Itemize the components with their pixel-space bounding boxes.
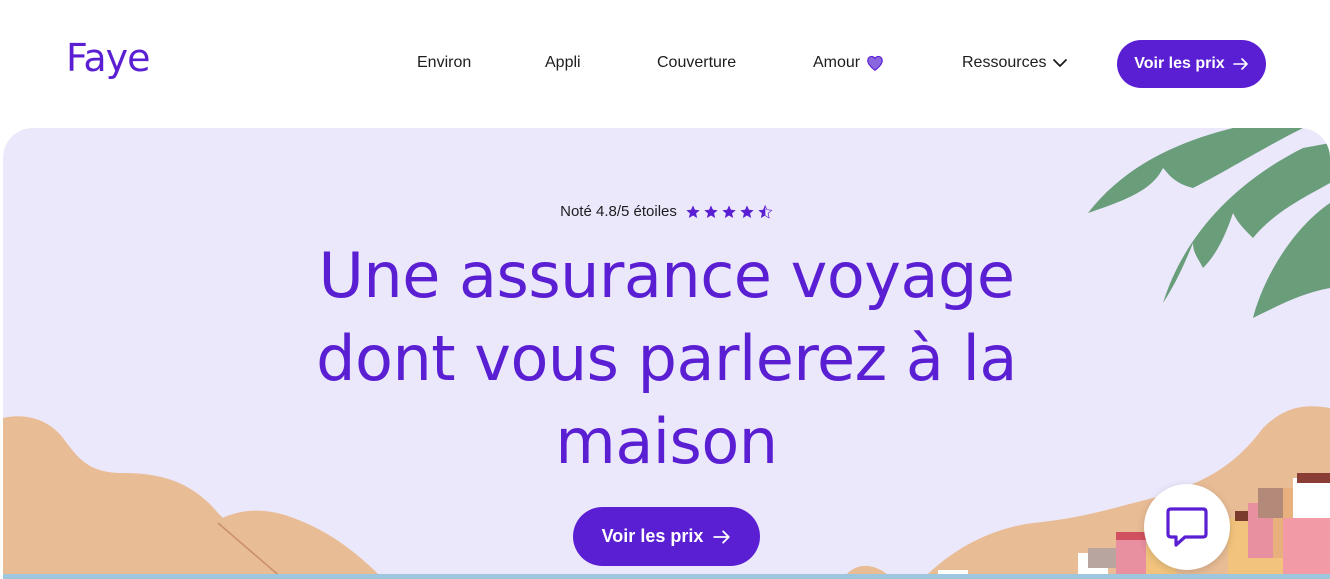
voir-les-prix-button[interactable]: Voir les prix: [1117, 40, 1266, 88]
arrow-right-icon: [1232, 58, 1248, 70]
nav-item-label: Ressources: [962, 54, 1047, 71]
star-icon: [722, 204, 736, 218]
star-rating: [685, 204, 773, 220]
headline-line: Une assurance voyage: [318, 239, 1015, 312]
headline-line: maison: [555, 405, 778, 478]
nav-item-label: Couverture: [657, 54, 737, 71]
nav-item-environ[interactable]: Environ: [417, 54, 471, 72]
water-strip: [3, 574, 1330, 579]
nav-item-label: Appli: [545, 54, 581, 71]
site-header: Faye Environ Appli Couverture Amour Ress…: [0, 0, 1330, 128]
hero-headline: Une assurance voyage dont vous parlerez …: [3, 234, 1330, 483]
chat-widget-button[interactable]: [1144, 484, 1230, 570]
hero-section: Noté 4.8/5 étoiles Une assurance voyage …: [3, 128, 1330, 579]
nav-item-label: Amour: [813, 54, 861, 71]
arrow-right-icon: [713, 529, 731, 544]
star-icon: [740, 204, 754, 218]
star-icon: [704, 204, 718, 218]
left-hill-front: [203, 510, 383, 579]
nav-item-amour[interactable]: Amour: [813, 54, 884, 72]
faye-logo[interactable]: Faye: [66, 36, 151, 80]
heart-icon: [867, 55, 883, 71]
button-label: Voir les prix: [1134, 55, 1225, 72]
star-icon: [686, 204, 700, 218]
hero-voir-les-prix-button[interactable]: Voir les prix: [573, 507, 760, 566]
nav-item-appli[interactable]: Appli: [545, 54, 581, 72]
headline-line: dont vous parlerez à la: [316, 322, 1017, 395]
nav-item-label: Environ: [417, 54, 472, 71]
nav-item-ressources[interactable]: Ressources: [962, 54, 1068, 72]
nav-item-couverture[interactable]: Couverture: [657, 54, 736, 72]
chat-bubble-icon: [1166, 507, 1208, 547]
rating-text: Noté 4.8/5 étoiles: [560, 203, 677, 220]
chevron-down-icon: [1053, 59, 1068, 67]
half-star-icon: [758, 204, 773, 219]
rating-row: Noté 4.8/5 étoiles: [3, 203, 1330, 220]
button-label: Voir les prix: [601, 526, 704, 546]
